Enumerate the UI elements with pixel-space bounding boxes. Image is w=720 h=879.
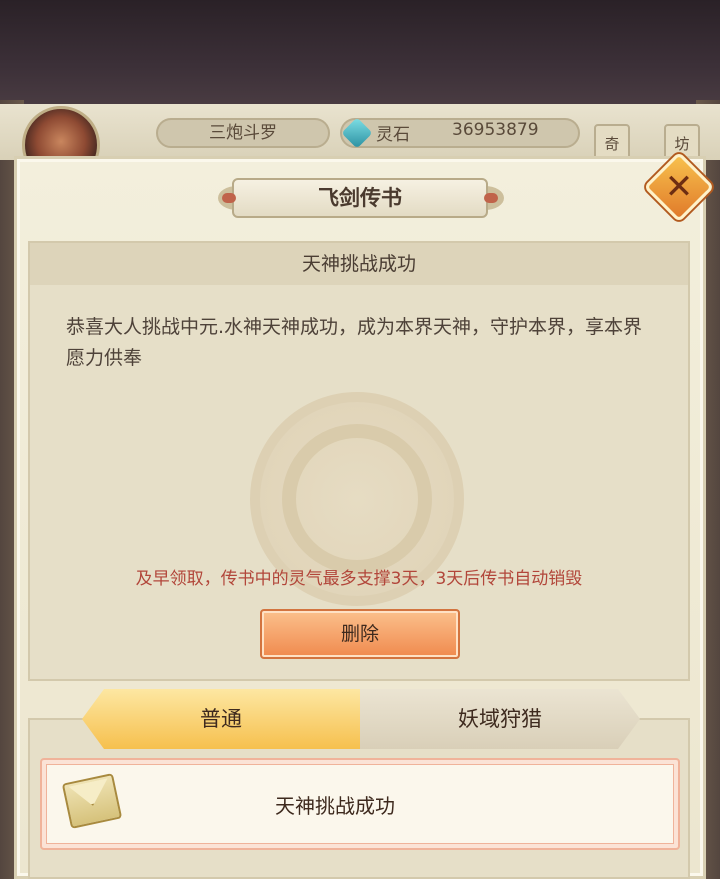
title-knob-right — [484, 193, 498, 203]
title-knob-left — [222, 193, 236, 203]
cloud-emblem-ring — [282, 424, 432, 574]
tab-normal[interactable]: 普通 — [82, 689, 360, 749]
mail-item-title: 天神挑战成功 — [275, 794, 395, 818]
player-name: 三炮斗罗 — [156, 118, 330, 148]
tab-demon-hunt[interactable]: 妖域狩猎 — [360, 689, 640, 749]
modal-title: 飞剑传书 — [232, 178, 488, 218]
resource-value: 36953879 — [452, 120, 539, 140]
resource-label: 灵石 — [376, 125, 410, 145]
expiry-warning: 及早领取，传书中的灵气最多支撑3天，3天后传书自动销毁 — [135, 569, 583, 589]
letter-body: 恭喜大人挑战中元.水神天神成功，成为本界天神，守护本界，享本界愿力供奉 — [66, 316, 643, 369]
close-icon[interactable]: ✕ — [658, 166, 700, 208]
letter-subject: 天神挑战成功 — [30, 243, 688, 285]
delete-button[interactable]: 删除 — [260, 609, 460, 659]
game-backdrop — [0, 0, 720, 110]
side-button-qi[interactable]: 奇 — [594, 124, 630, 160]
